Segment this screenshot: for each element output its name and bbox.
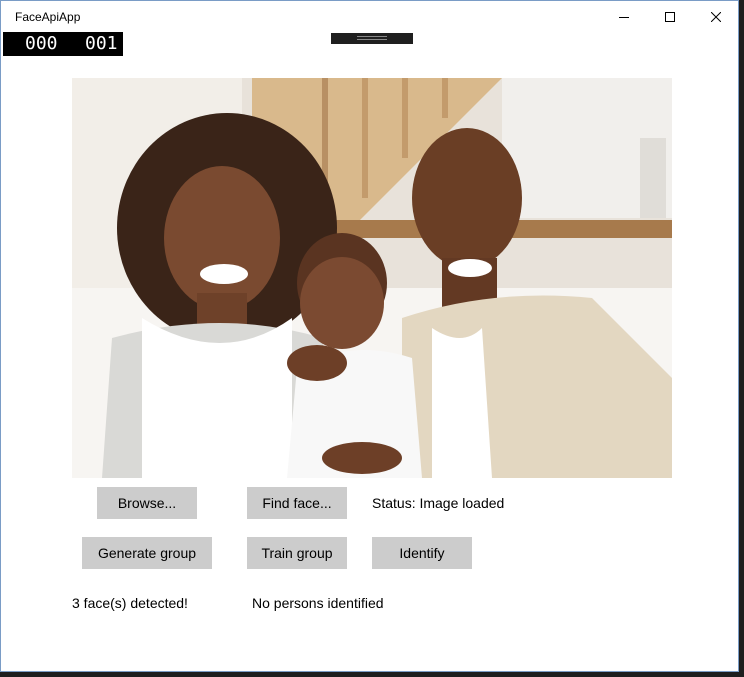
status-label: Status: Image loaded [372, 495, 505, 511]
identify-button[interactable]: Identify [372, 537, 472, 569]
window-title: FaceApiApp [15, 10, 81, 24]
grip-line-icon [357, 36, 387, 37]
background-editor-bottom [0, 672, 744, 677]
minimize-icon [619, 17, 629, 18]
faces-detected-label: 3 face(s) detected! [72, 595, 188, 611]
close-button[interactable] [693, 1, 739, 33]
find-face-button[interactable]: Find face... [247, 487, 347, 519]
maximize-button[interactable] [647, 1, 693, 33]
debug-toolbar-handle[interactable] [331, 33, 413, 44]
generate-group-button[interactable]: Generate group [82, 537, 212, 569]
frame-counter-left: 000 [25, 33, 58, 54]
title-bar[interactable]: FaceApiApp [1, 1, 738, 33]
frame-rate-counter: 000 001 [3, 32, 123, 56]
browse-button[interactable]: Browse... [97, 487, 197, 519]
app-window: FaceApiApp 000 001 Browse... Find face..… [0, 0, 739, 672]
grip-line-icon [357, 39, 387, 40]
photo-image [72, 78, 672, 478]
minimize-button[interactable] [601, 1, 647, 33]
frame-counter-right: 001 [85, 33, 118, 54]
maximize-icon [665, 12, 675, 22]
persons-identified-label: No persons identified [252, 595, 384, 611]
close-icon [711, 12, 721, 22]
train-group-button[interactable]: Train group [247, 537, 347, 569]
